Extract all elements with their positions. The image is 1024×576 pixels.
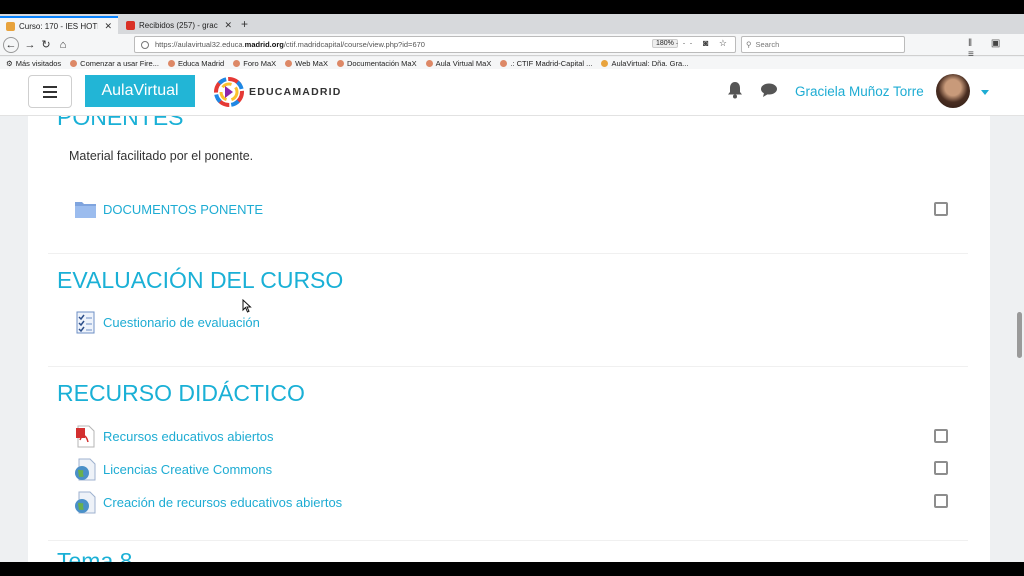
bookmark-item[interactable]: Documentación MaX bbox=[336, 59, 417, 68]
activity-label[interactable]: Cuestionario de evaluación bbox=[103, 315, 260, 330]
tab-title: Curso: 170 - IES HOTEL E bbox=[19, 21, 98, 31]
bookmark-item[interactable]: Foro MaX bbox=[233, 59, 276, 68]
moodle-favicon-icon bbox=[6, 21, 15, 31]
bookmark-favicon-icon bbox=[425, 59, 433, 67]
gmail-favicon-icon bbox=[126, 20, 135, 30]
completion-checkbox[interactable] bbox=[934, 429, 948, 443]
site-header: AulaVirtual EDUCAMADRID Graciela Muñoz T… bbox=[0, 69, 1024, 116]
chevron-down-icon[interactable] bbox=[981, 90, 989, 95]
avatar[interactable] bbox=[936, 74, 970, 108]
activity-recursos-educativos[interactable]: Recursos educativos abiertos bbox=[74, 424, 274, 448]
activity-label[interactable]: Creación de recursos educativos abiertos bbox=[103, 495, 342, 510]
menu-toggle-button[interactable] bbox=[28, 75, 72, 108]
back-icon[interactable]: ← bbox=[3, 37, 19, 53]
educamadrid-logo[interactable]: EDUCAMADRID bbox=[213, 76, 342, 108]
search-input[interactable]: ⚲ Search bbox=[741, 36, 905, 53]
course-content: PONENTES Material facilitado por el pone… bbox=[28, 116, 990, 562]
section-divider bbox=[48, 366, 968, 367]
activity-label[interactable]: Licencias Creative Commons bbox=[103, 462, 272, 477]
bookmark-favicon-icon bbox=[285, 59, 293, 67]
tab-course[interactable]: Curso: 170 - IES HOTEL E ✕ bbox=[0, 16, 118, 34]
reload-icon[interactable]: ↻ bbox=[38, 37, 54, 53]
section-title-ponentes: PONENTES bbox=[57, 116, 184, 130]
tab-strip: Curso: 170 - IES HOTEL E ✕ Recibidos (25… bbox=[0, 14, 1024, 34]
section-title-tema-8: Tema 8 bbox=[57, 548, 133, 562]
folder-icon bbox=[75, 201, 96, 218]
activity-label[interactable]: DOCUMENTOS PONENTE bbox=[103, 202, 263, 217]
section-summary: Material facilitado por el ponente. bbox=[69, 149, 254, 163]
mouse-cursor-icon bbox=[242, 299, 252, 313]
scrollbar-thumb[interactable] bbox=[1017, 312, 1022, 358]
bookmark-item[interactable]: ⚙ Más visitados bbox=[6, 59, 61, 68]
educamadrid-logo-icon bbox=[214, 77, 244, 107]
section-title-recurso: RECURSO DIDÁCTICO bbox=[57, 380, 305, 406]
url-host: madrid.org bbox=[244, 40, 284, 49]
completion-checkbox[interactable] bbox=[934, 202, 948, 216]
completion-checkbox[interactable] bbox=[934, 461, 948, 475]
nav-bar: ← → ↻ ⌂ https://aulavirtual32.educa. madr… bbox=[0, 34, 1024, 60]
tab-title: Recibidos (257) - gracie bbox=[139, 20, 219, 30]
bookmark-favicon-icon bbox=[336, 59, 344, 67]
activity-cuestionario[interactable]: Cuestionario de evaluación bbox=[74, 310, 260, 334]
close-tab-icon[interactable]: ✕ bbox=[224, 20, 232, 31]
url-prefix: https://aulavirtual32.educa. bbox=[155, 40, 245, 49]
chat-icon[interactable] bbox=[760, 82, 778, 98]
hamburger-icon bbox=[43, 85, 57, 88]
section-title-evaluacion: EVALUACIÓN DEL CURSO bbox=[57, 267, 344, 293]
close-tab-icon[interactable]: ✕ bbox=[104, 21, 112, 32]
browser-window: Curso: 170 - IES HOTEL E ✕ Recibidos (25… bbox=[0, 14, 1024, 562]
tab-gmail[interactable]: Recibidos (257) - gracie ✕ bbox=[120, 16, 238, 34]
url-icon bbox=[75, 491, 96, 513]
url-path: /ctif.madridcapital/course/view.php?id=6… bbox=[283, 40, 425, 49]
bookmarks-bar: ⚙ Más visitados Comenzar a usar Fire... E… bbox=[0, 57, 1024, 69]
bookmark-favicon-icon bbox=[167, 59, 175, 67]
bookmark-item[interactable]: Aula Virtual MaX bbox=[425, 59, 491, 68]
bookmark-item[interactable]: Comenzar a usar Fire... bbox=[70, 59, 159, 68]
gear-icon: ⚙ bbox=[6, 58, 13, 68]
activity-label[interactable]: Recursos educativos abiertos bbox=[103, 429, 274, 444]
zoom-indicator[interactable]: 180% bbox=[652, 39, 678, 48]
forward-icon[interactable]: → bbox=[22, 37, 38, 53]
bookmark-favicon-icon bbox=[233, 59, 241, 67]
pdf-icon bbox=[76, 425, 95, 447]
brand-link[interactable]: AulaVirtual bbox=[85, 75, 195, 107]
activity-creacion-recursos[interactable]: Creación de recursos educativos abiertos bbox=[74, 490, 342, 514]
new-tab-icon[interactable]: + bbox=[241, 17, 248, 31]
user-name[interactable]: Graciela Muñoz Torre bbox=[795, 84, 924, 99]
search-icon: ⚲ bbox=[746, 40, 752, 49]
moodle-favicon-icon bbox=[601, 59, 609, 67]
bookmark-item[interactable]: Web MaX bbox=[285, 59, 328, 68]
logo-text: EDUCAMADRID bbox=[249, 86, 342, 98]
bookmark-item[interactable]: AulaVirtual: Dña. Gra... bbox=[601, 59, 688, 68]
home-icon[interactable]: ⌂ bbox=[55, 37, 71, 53]
section-divider bbox=[48, 540, 968, 541]
activity-documentos-ponente[interactable]: DOCUMENTOS PONENTE bbox=[74, 197, 263, 221]
scrollbar[interactable] bbox=[1015, 116, 1024, 562]
completion-checkbox[interactable] bbox=[934, 494, 948, 508]
url-bar[interactable]: https://aulavirtual32.educa. madrid.org/c… bbox=[134, 36, 736, 53]
bookmark-favicon-icon bbox=[500, 59, 508, 67]
page-actions-icon[interactable]: ··· ◙ ☆ bbox=[676, 38, 732, 49]
bookmark-item[interactable]: Educa Madrid bbox=[167, 59, 224, 68]
firefox-icon bbox=[70, 59, 78, 67]
bell-icon[interactable] bbox=[727, 81, 743, 99]
section-divider bbox=[48, 253, 968, 254]
url-icon bbox=[75, 458, 96, 480]
info-icon[interactable] bbox=[141, 40, 149, 49]
search-placeholder: Search bbox=[755, 40, 780, 49]
quiz-icon bbox=[76, 311, 95, 333]
activity-licencias-cc[interactable]: Licencias Creative Commons bbox=[74, 457, 272, 481]
bookmark-item[interactable]: .: CTIF Madrid-Capital ... bbox=[500, 59, 592, 68]
